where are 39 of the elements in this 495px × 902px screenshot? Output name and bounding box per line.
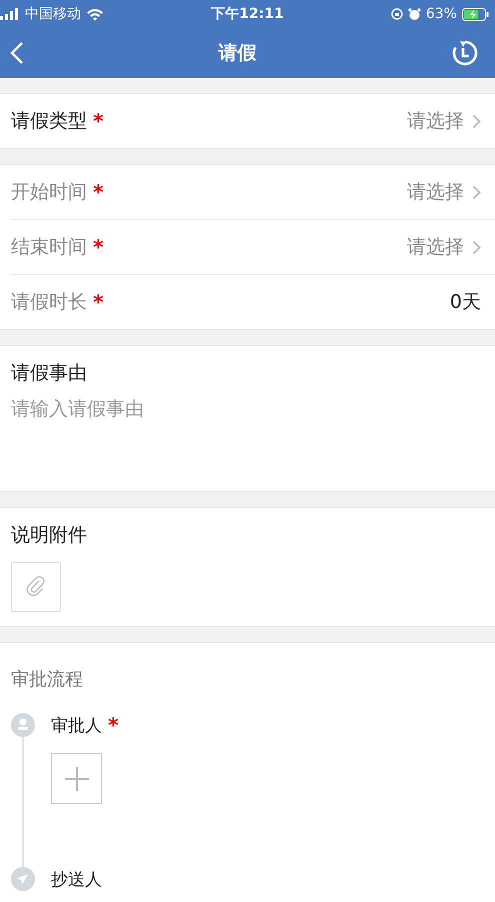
chevron-right-icon — [472, 240, 481, 254]
field-label: 结束时间 — [11, 235, 87, 260]
rotation-lock-icon — [390, 8, 403, 20]
required-asterisk: * — [108, 715, 118, 735]
chevron-right-icon — [472, 114, 481, 128]
person-icon — [11, 713, 35, 737]
signal-icon — [0, 8, 20, 20]
history-icon[interactable] — [451, 39, 479, 67]
section-title: 说明附件 — [11, 523, 88, 548]
required-asterisk: * — [93, 237, 104, 257]
duration-value: 0天 — [450, 290, 481, 315]
field-label: 请假时长 — [11, 290, 87, 315]
clock-time: 下午12:11 — [211, 5, 284, 23]
paperclip-icon — [25, 576, 47, 598]
step-label: 抄送人 — [51, 868, 102, 890]
chevron-right-icon — [472, 184, 481, 200]
select-placeholder: 请选择 — [407, 109, 464, 134]
select-row[interactable]: 开始时间 * 请选择 — [11, 165, 495, 220]
alarm-icon — [408, 8, 421, 20]
field-label: 开始时间 — [11, 180, 87, 205]
select-row[interactable]: 结束时间 * 请选择 — [11, 220, 495, 275]
back-icon[interactable] — [10, 41, 24, 65]
step-label: 审批人 — [51, 714, 102, 736]
required-asterisk: * — [93, 111, 104, 131]
select-placeholder: 请选择 — [407, 235, 464, 260]
select-placeholder: 请选择 — [407, 180, 464, 205]
plus-icon — [64, 766, 90, 792]
select-row[interactable]: 请假类型 * 请选择 — [11, 94, 495, 148]
carrier-name: 中国移动 — [25, 5, 81, 23]
battery-icon — [462, 8, 489, 20]
required-asterisk: * — [93, 182, 104, 202]
section-title: 请假事由 — [11, 361, 88, 386]
wifi-icon — [86, 8, 104, 20]
required-asterisk: * — [93, 292, 104, 312]
section-title: 审批流程 — [11, 668, 84, 691]
send-icon — [11, 867, 35, 891]
field-label: 请假类型 — [11, 109, 87, 134]
battery-percent: 63% — [426, 6, 457, 22]
page-title: 请假 — [218, 41, 256, 66]
